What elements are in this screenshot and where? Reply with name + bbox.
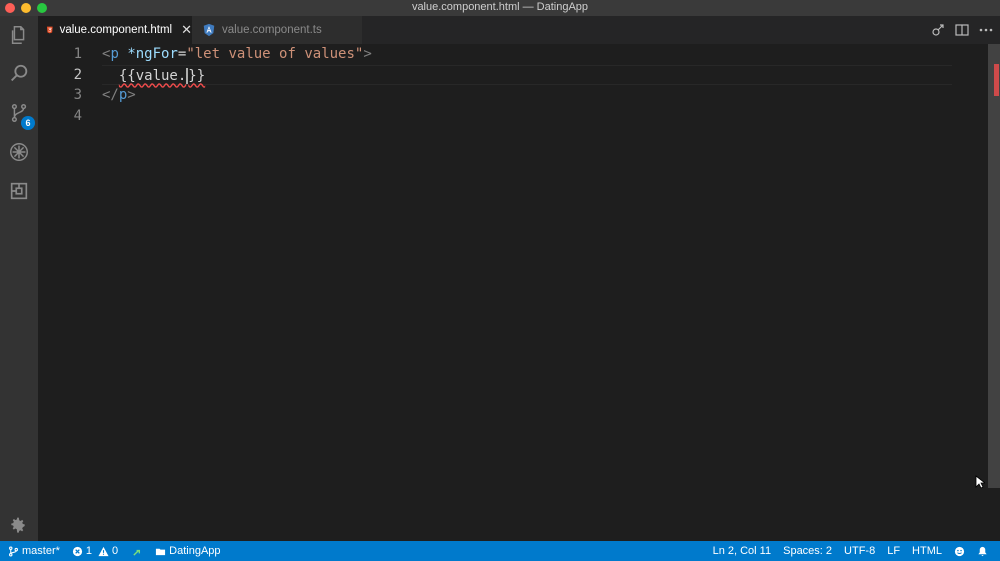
line-number: 1 <box>73 46 82 62</box>
settings-gear-icon[interactable] <box>8 516 28 541</box>
problems-indicator[interactable]: 1 0 <box>72 545 118 557</box>
mouse-pointer-icon <box>975 475 985 489</box>
search-icon[interactable] <box>4 59 34 89</box>
eol-setting[interactable]: LF <box>887 545 900 557</box>
open-changes-icon[interactable] <box>930 22 946 38</box>
code-lines[interactable]: <p *ngFor="let value of values"> {{value… <box>102 44 952 126</box>
code-token: *ngFor <box>127 46 178 62</box>
editor-actions <box>930 22 994 38</box>
explorer-icon[interactable] <box>4 20 34 50</box>
activity-bar: 6 <box>0 16 38 541</box>
tab-label: value.component.html <box>59 24 173 36</box>
source-control-badge: 6 <box>21 116 35 130</box>
tab-value-component-html[interactable]: value.component.html ✕ <box>38 16 192 44</box>
line-number: 3 <box>73 87 82 103</box>
line-number-gutter: 1 2 3 4 <box>38 44 88 126</box>
live-share-icon[interactable] <box>132 546 143 557</box>
window-title: value.component.html — DatingApp <box>411 1 589 13</box>
code-editor[interactable]: 1 2 3 4 <p *ngFor="let value of values">… <box>38 44 1000 541</box>
source-control-icon[interactable]: 6 <box>4 98 35 130</box>
code-token-error: }} <box>188 67 206 84</box>
extensions-icon[interactable] <box>4 176 34 206</box>
line-number: 4 <box>73 107 82 124</box>
folder-icon <box>156 548 166 555</box>
code-token: </ <box>102 87 119 103</box>
tab-value-component-ts[interactable]: value.component.ts <box>192 16 362 44</box>
more-actions-icon[interactable] <box>978 22 994 38</box>
angular-icon <box>203 23 215 37</box>
code-line-2[interactable]: {{value.}} <box>102 64 952 85</box>
code-token: "let value of values" <box>186 46 364 62</box>
error-count: 1 <box>85 545 93 557</box>
html5-icon <box>46 26 53 34</box>
indentation-setting[interactable]: Spaces: 2 <box>783 545 832 557</box>
editor-tab-bar: value.component.html ✕ value.component.t… <box>38 16 1000 44</box>
notifications-bell-icon[interactable] <box>977 546 988 557</box>
folder-name: DatingApp <box>169 545 221 557</box>
code-token: > <box>127 87 136 103</box>
code-token-error: {{value. <box>118 67 187 84</box>
split-editor-icon[interactable] <box>954 22 970 38</box>
line-number-active: 2 <box>73 66 82 83</box>
tab-label: value.component.ts <box>222 24 322 36</box>
warning-icon <box>98 546 109 556</box>
code-token: p <box>110 46 119 62</box>
git-branch-icon <box>9 546 18 556</box>
branch-name: master* <box>22 545 60 557</box>
feedback-icon[interactable] <box>954 546 965 557</box>
code-token: > <box>363 46 372 62</box>
error-ruler-mark <box>994 64 999 96</box>
error-icon <box>72 546 82 556</box>
cursor-position[interactable]: Ln 2, Col 11 <box>713 545 772 557</box>
code-line-3[interactable]: </p> <box>102 85 952 106</box>
status-bar: master* 1 0 DatingApp Ln 2, Col 11 Space… <box>0 541 1000 561</box>
code-line-4[interactable] <box>102 106 952 127</box>
debug-icon[interactable] <box>4 137 34 167</box>
encoding-setting[interactable]: UTF-8 <box>844 545 875 557</box>
warning-count: 0 <box>112 545 119 557</box>
folder-indicator[interactable]: DatingApp <box>155 545 221 557</box>
branch-indicator[interactable]: master* <box>8 545 60 557</box>
vertical-scrollbar[interactable] <box>988 44 1000 488</box>
title-bar: value.component.html — DatingApp <box>0 0 1000 16</box>
close-icon[interactable]: ✕ <box>181 22 192 38</box>
language-mode[interactable]: HTML <box>912 545 942 557</box>
code-line-1[interactable]: <p *ngFor="let value of values"> <box>102 44 952 65</box>
